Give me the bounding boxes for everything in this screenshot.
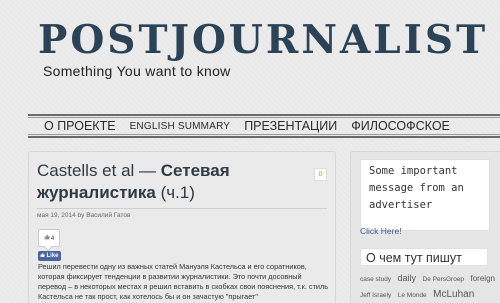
tag-link[interactable]: case study [360,276,391,283]
ad-click-link[interactable]: Click Here! [360,226,402,236]
facebook-icon [40,252,46,260]
site-tagline: Something You want to know [43,63,231,79]
tag-link[interactable]: daily [398,273,417,283]
site-title[interactable]: POSTJOURNALIST [38,16,488,64]
main-nav: О ПРОЕКТЕ ENGLISH SUMMARY ПРЕЗЕНТАЦИИ ФИ… [44,118,450,134]
post-title-divider [37,208,327,209]
nav-item-about[interactable]: О ПРОЕКТЕ [44,119,116,133]
sidebar: Some important message from an advertise… [350,151,500,303]
tag-link[interactable]: De PersGroep [423,276,465,283]
ad-text[interactable]: Some important message from an advertise… [369,163,487,214]
nav-divider-bottom [28,136,500,138]
tag-link[interactable]: McLuhan [433,289,474,300]
ad-box[interactable]: Some important message from an advertise… [360,159,490,231]
tag-link[interactable]: foreign [471,274,495,283]
facebook-like-button[interactable]: Like [38,251,61,261]
post-title[interactable]: Castells et al — Сетевая журналистика (ч… [37,160,307,204]
tag-link[interactable]: Le Monde [398,292,427,299]
nav-item-english-summary[interactable]: ENGLISH SUMMARY [130,121,231,132]
blog-post: Castells et al — Сетевая журналистика (ч… [28,151,336,303]
like-count: 4 [50,234,55,242]
thumbs-up-icon [44,234,50,242]
tag-cloud: case study daily De PersGroep foreign Je… [360,270,498,303]
facebook-like-label: Like [46,253,59,259]
comment-count-badge[interactable]: 0 [314,168,327,181]
nav-divider-top [28,114,500,116]
nav-divider-bottom-thin [28,134,500,135]
nav-item-presentations[interactable]: ПРЕЗЕНТАЦИИ [244,119,337,133]
nav-item-philosophical[interactable]: ФИЛОСОФСКОЕ [351,119,450,133]
tag-cloud-heading: О чем тут пишут [360,248,488,266]
post-meta: мая 19, 2014 by Василий Гатов [37,212,131,219]
post-title-plain[interactable]: Castells et al — [37,161,161,180]
like-count-bubble: 4 [38,229,60,247]
post-body: Решил перевести одну из важных статей Ма… [38,262,329,301]
post-title-suffix[interactable]: (ч.1) [156,183,195,202]
tag-link[interactable]: Jeff Israely [360,292,391,299]
